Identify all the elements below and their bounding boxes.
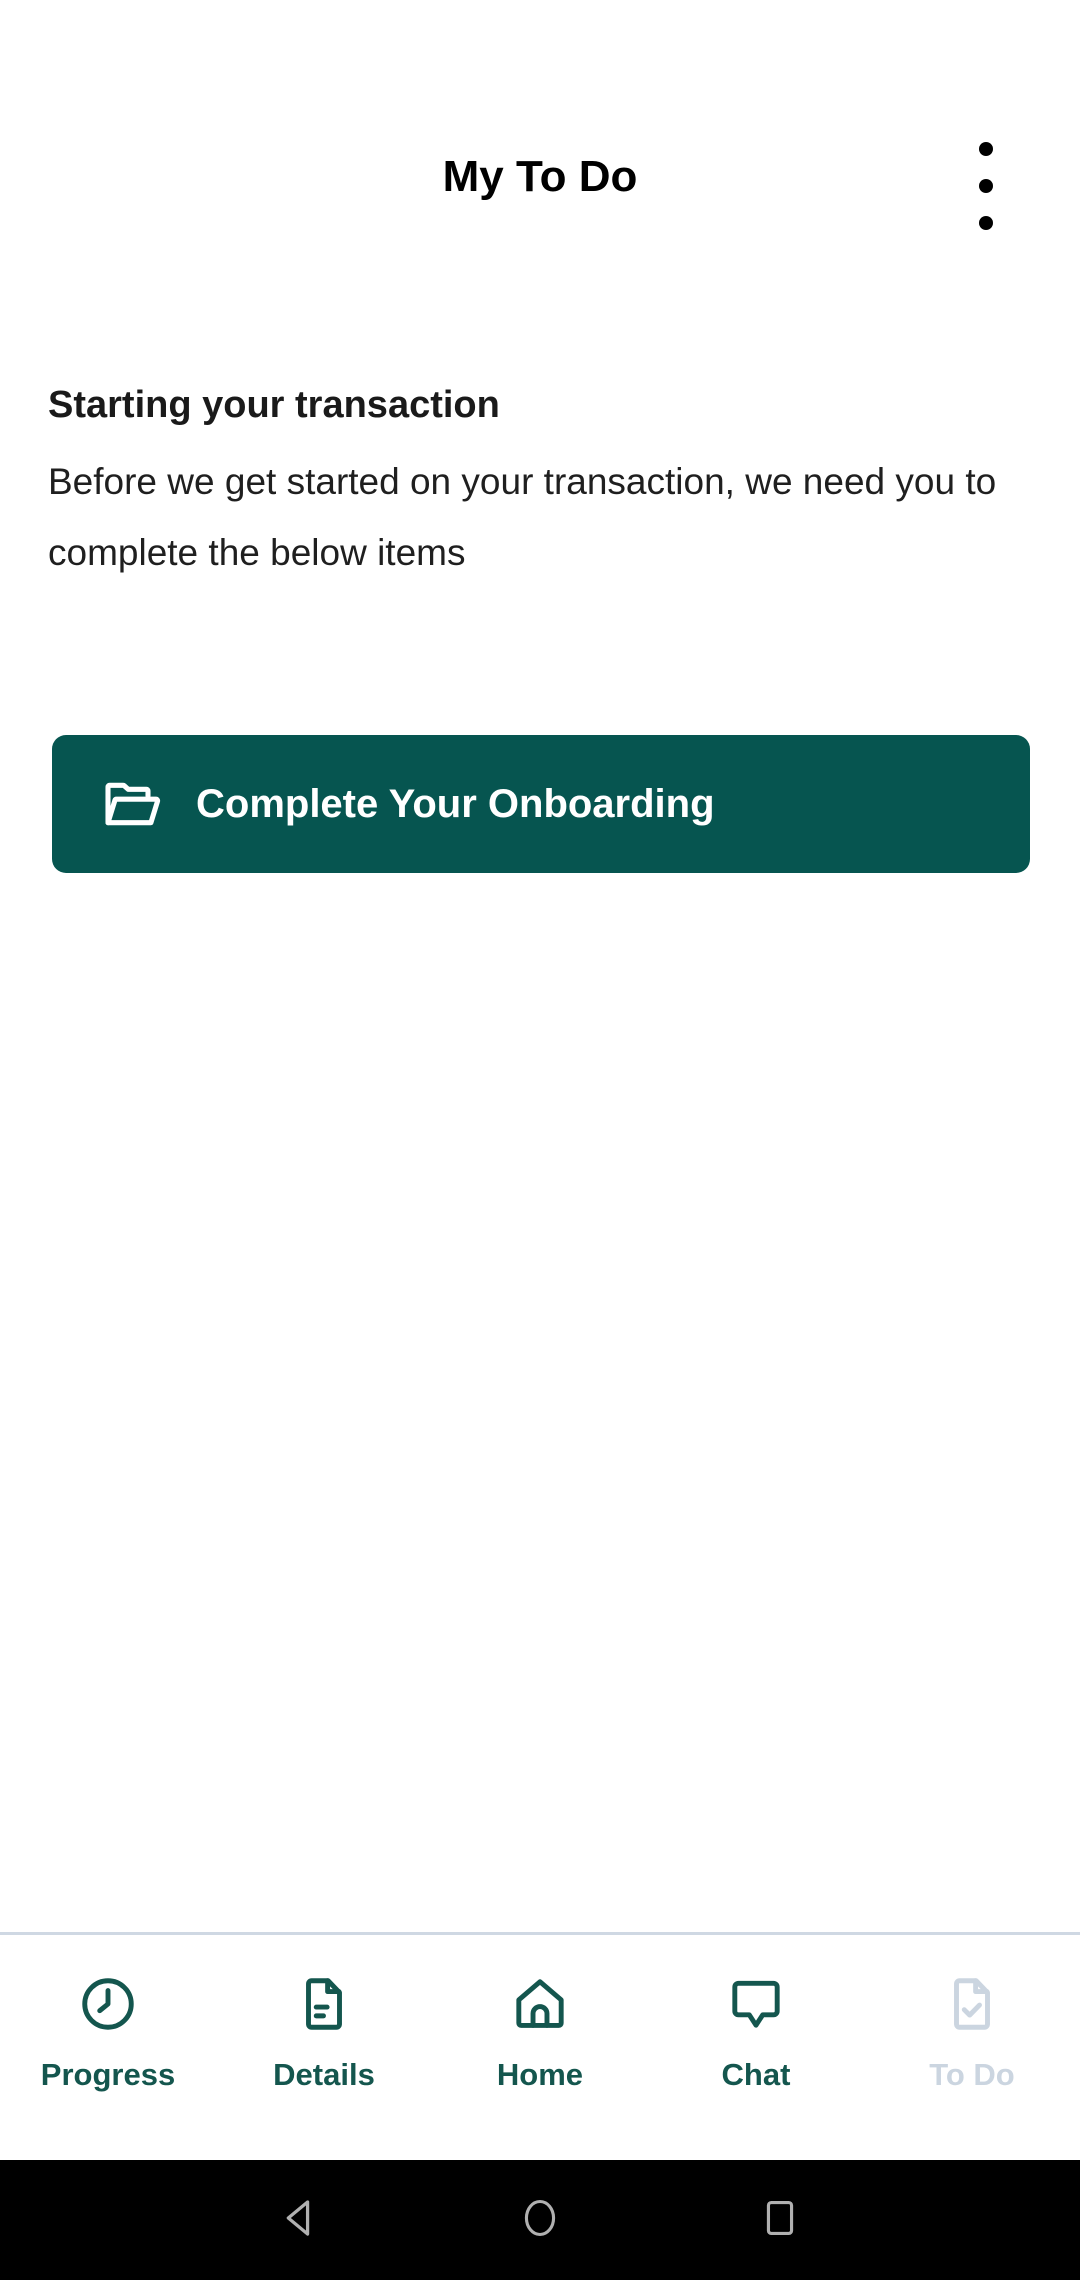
tab-to-do[interactable]: To Do — [864, 1935, 1080, 2160]
clock-icon — [77, 1973, 139, 2035]
square-icon — [759, 2197, 801, 2244]
system-navigation-bar — [0, 2160, 1080, 2280]
speech-bubble-icon — [725, 1973, 787, 2035]
complete-onboarding-button[interactable]: Complete Your Onboarding — [52, 735, 1030, 873]
house-icon — [509, 1973, 571, 2035]
overflow-dot-2 — [979, 179, 993, 193]
app-screen: My To Do Starting your transaction Befor… — [0, 0, 1080, 2280]
page-title: My To Do — [442, 152, 638, 201]
overflow-dot-3 — [979, 216, 993, 230]
system-back-button[interactable] — [210, 2160, 390, 2280]
section-body-text: Before we get started on your transactio… — [48, 461, 997, 573]
tab-chat-label: Chat — [721, 2057, 791, 2092]
more-options-icon[interactable] — [958, 136, 1014, 236]
tab-chat[interactable]: Chat — [648, 1935, 864, 2160]
tab-home[interactable]: Home — [432, 1935, 648, 2160]
document-check-icon — [941, 1973, 1003, 2035]
system-home-button[interactable] — [450, 2160, 630, 2280]
overflow-dot-1 — [979, 142, 993, 156]
document-icon — [293, 1973, 355, 2035]
tab-details[interactable]: Details — [216, 1935, 432, 2160]
triangle-left-icon — [274, 2192, 326, 2249]
tab-progress[interactable]: Progress — [0, 1935, 216, 2160]
tab-to-do-label: To Do — [929, 2057, 1015, 2092]
bottom-tab-bar: Progress Details Home Chat To Do — [0, 1935, 1080, 2160]
tab-details-label: Details — [273, 2057, 375, 2092]
tab-home-label: Home — [496, 2057, 584, 2092]
circle-icon — [518, 2196, 562, 2245]
complete-onboarding-label: Complete Your Onboarding — [196, 781, 715, 826]
tab-progress-label: Progress — [40, 2057, 176, 2092]
system-recents-button[interactable] — [690, 2160, 870, 2280]
open-folder-icon — [100, 772, 164, 836]
section-heading: Starting your transaction — [48, 384, 500, 426]
app-bar: My To Do — [0, 0, 1080, 300]
